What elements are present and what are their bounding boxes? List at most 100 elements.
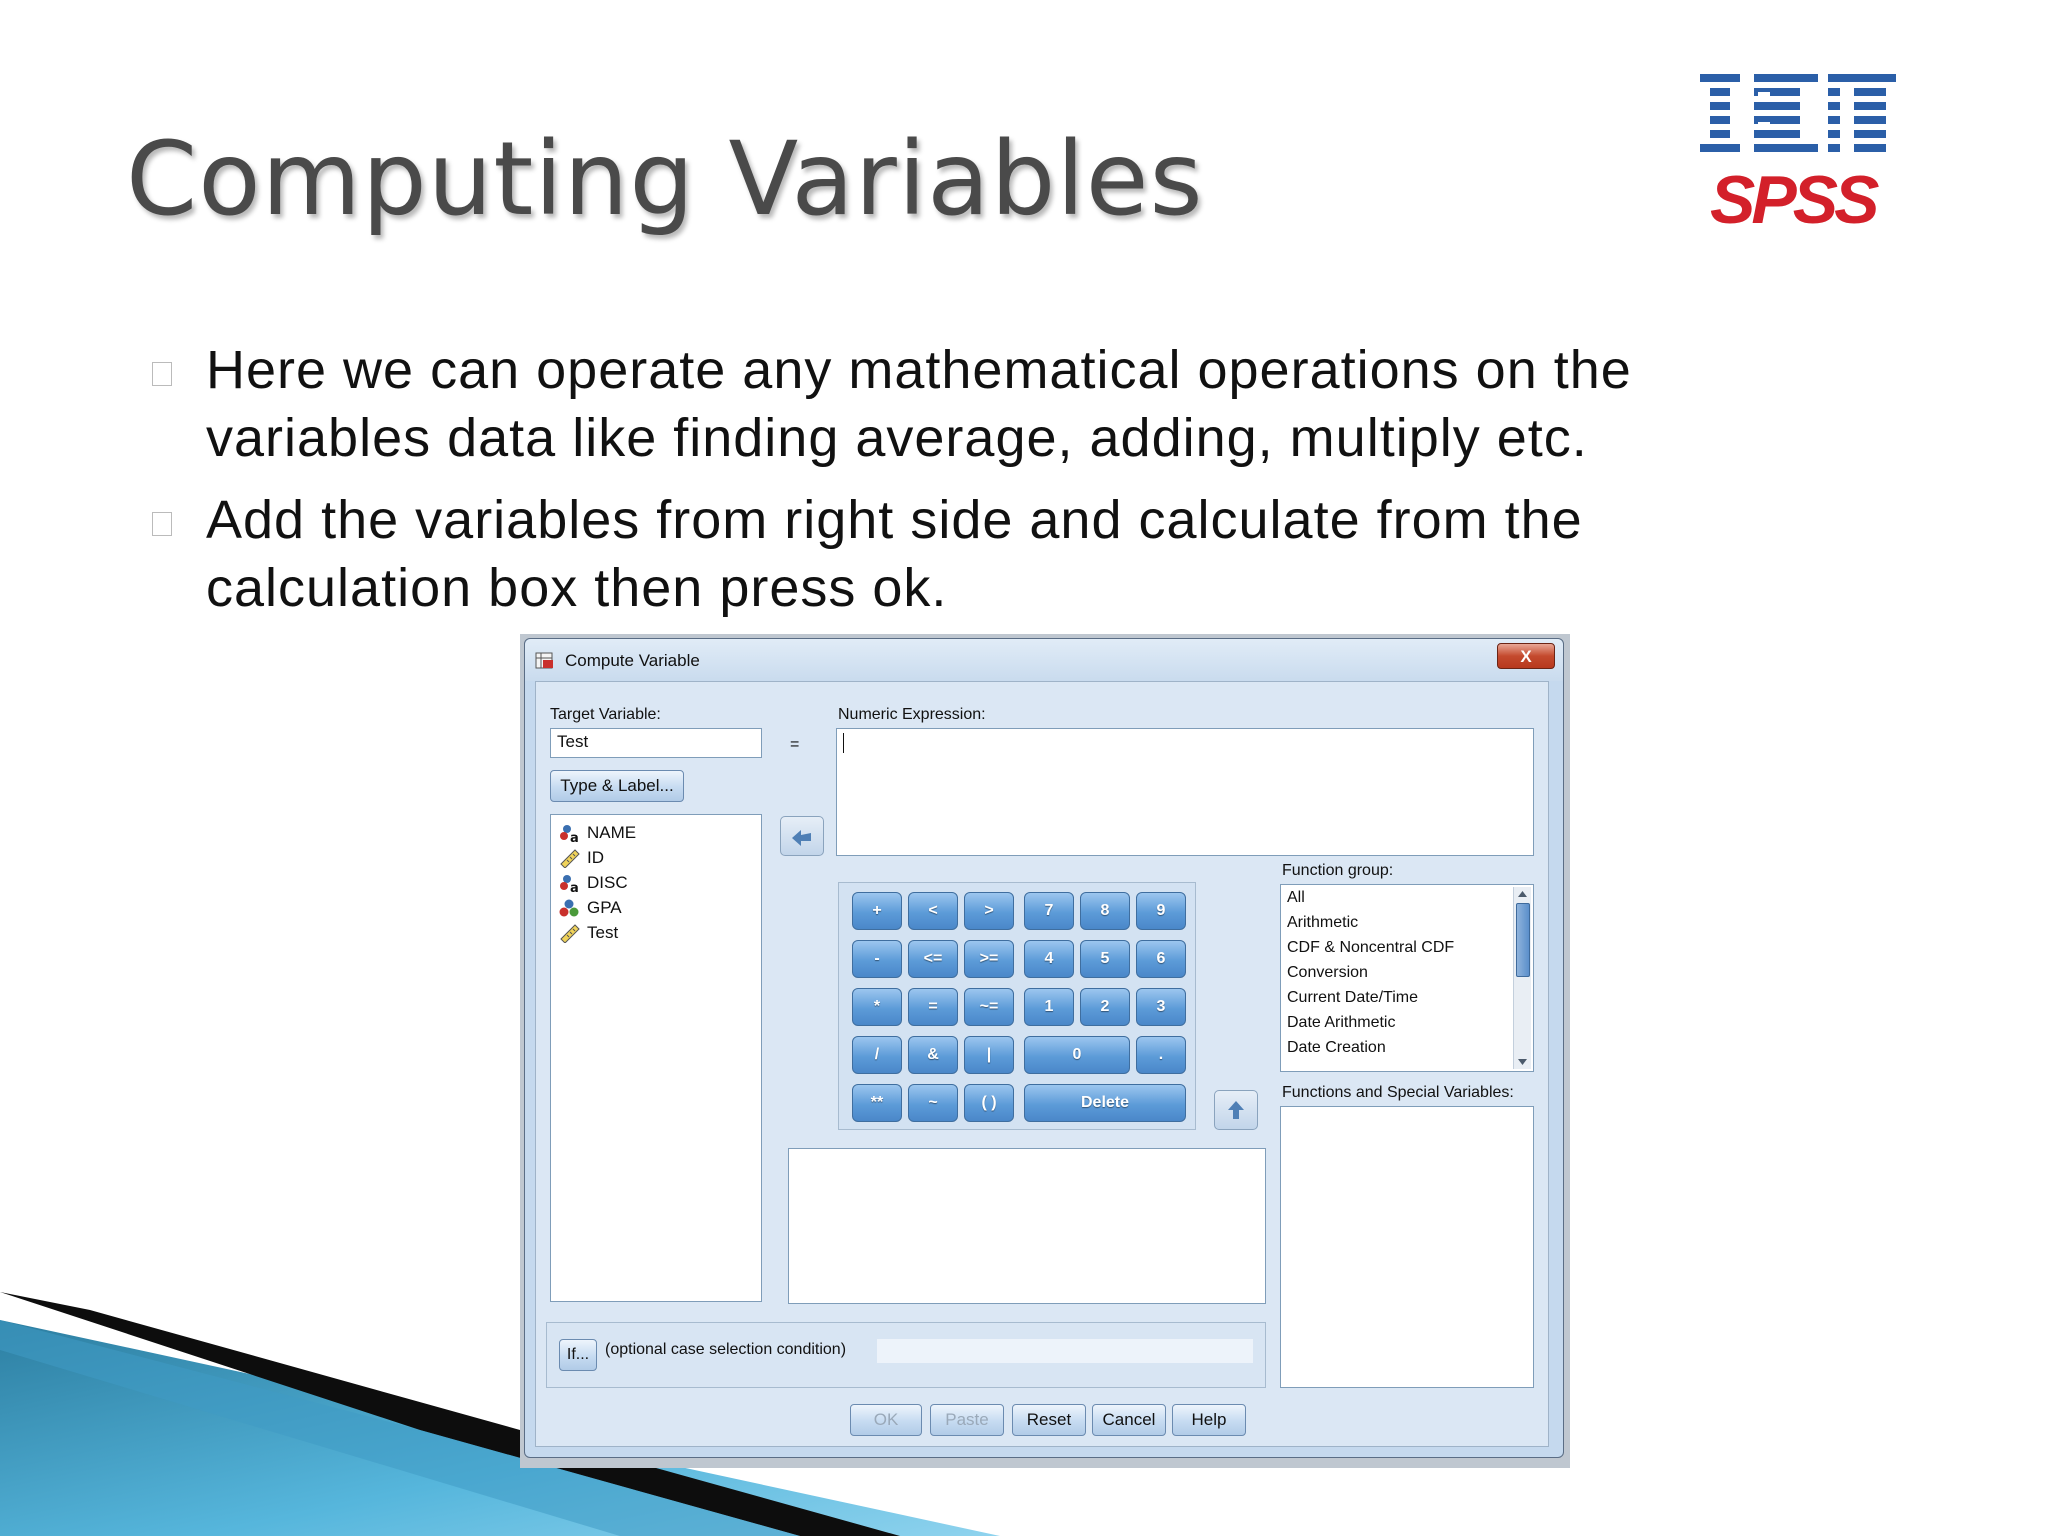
function-group-label: Function group: [1282, 862, 1394, 879]
ibm-spss-logo: SPSS [1700, 74, 1930, 250]
function-group-item[interactable]: Arithmetic [1287, 914, 1358, 932]
keypad-greater-equal-button[interactable]: >= [964, 940, 1014, 978]
function-description-box [788, 1148, 1266, 1304]
keypad-8-button[interactable]: 8 [1080, 892, 1130, 930]
keypad-6-button[interactable]: 6 [1136, 940, 1186, 978]
nominal-string-variable-icon: a [560, 825, 579, 843]
keypad-divide-button[interactable]: / [852, 1036, 902, 1074]
insert-function-button[interactable] [1214, 1090, 1258, 1130]
dialog-titlebar[interactable]: Compute Variable X [525, 639, 1563, 681]
keypad-parentheses-button[interactable]: ( ) [964, 1084, 1014, 1122]
variable-item-id[interactable]: ID [559, 846, 604, 870]
dialog-title: Compute Variable [565, 651, 700, 670]
variable-item-name[interactable]: a NAME [559, 821, 636, 845]
spss-logo-text: SPSS [1710, 162, 1879, 238]
function-group-item[interactable]: Date Arithmetic [1287, 1014, 1395, 1032]
variable-label: GPA [587, 898, 622, 917]
target-variable-label: Target Variable: [550, 706, 661, 723]
keypad-equals-button[interactable]: = [908, 988, 958, 1026]
svg-text:a: a [570, 881, 579, 893]
scale-variable-ruler-icon [560, 849, 580, 868]
scroll-up-icon [1518, 891, 1527, 897]
bullet-marker-icon [152, 362, 172, 386]
variable-label: NAME [587, 823, 637, 842]
keypad-3-button[interactable]: 3 [1136, 988, 1186, 1026]
scale-variable-ruler-icon [560, 924, 580, 943]
if-condition-group: If... (optional case selection condition… [546, 1322, 1266, 1388]
if-condition-field [877, 1339, 1253, 1363]
keypad-not-equal-button[interactable]: ~= [964, 988, 1014, 1026]
keypad-less-than-button[interactable]: < [908, 892, 958, 930]
nominal-variable-icon [559, 899, 579, 917]
target-variable-input[interactable]: Test [550, 728, 762, 758]
svg-text:a: a [570, 831, 579, 843]
paste-button[interactable]: Paste [930, 1404, 1004, 1436]
bullet-line: variables data like finding average, add… [206, 408, 1588, 468]
function-group-item[interactable]: Conversion [1287, 964, 1368, 982]
close-button[interactable]: X [1497, 643, 1555, 669]
keypad-1-button[interactable]: 1 [1024, 988, 1074, 1026]
numeric-expression-label: Numeric Expression: [838, 706, 986, 723]
variable-label: DISC [587, 873, 628, 892]
keypad-7-button[interactable]: 7 [1024, 892, 1074, 930]
keypad-greater-than-button[interactable]: > [964, 892, 1014, 930]
bullet-marker-icon [152, 512, 172, 536]
compute-variable-dialog: Compute Variable X Target Variable: Test… [524, 638, 1564, 1458]
if-condition-text: (optional case selection condition) [605, 1341, 847, 1358]
function-group-list[interactable]: All Arithmetic CDF & Noncentral CDF Conv… [1280, 884, 1534, 1072]
dialog-client-area: Target Variable: Test = Numeric Expressi… [535, 681, 1549, 1447]
functions-special-variables-label: Functions and Special Variables: [1282, 1084, 1514, 1101]
functions-special-variables-list[interactable] [1280, 1106, 1534, 1388]
bullet-line: calculation box then press ok. [206, 558, 948, 618]
if-button[interactable]: If... [559, 1339, 597, 1371]
nominal-string-variable-icon: a [560, 875, 579, 893]
variable-item-disc[interactable]: a DISC [559, 871, 628, 895]
keypad-multiply-button[interactable]: * [852, 988, 902, 1026]
keypad-not-button[interactable]: ~ [908, 1084, 958, 1122]
bullet-line: Here we can operate any mathematical ope… [206, 340, 1632, 400]
slide-title: Computing Variables [126, 120, 1204, 239]
keypad-and-button[interactable]: & [908, 1036, 958, 1074]
variable-item-gpa[interactable]: GPA [559, 896, 622, 920]
keypad-decimal-button[interactable]: . [1136, 1036, 1186, 1074]
ibm-logo [1700, 74, 1896, 156]
keypad-or-button[interactable]: | [964, 1036, 1014, 1074]
keypad-2-button[interactable]: 2 [1080, 988, 1130, 1026]
move-variable-button[interactable] [780, 816, 824, 856]
type-label-button[interactable]: Type & Label... [550, 770, 684, 802]
bullet-item: Here we can operate any mathematical ope… [150, 336, 1790, 472]
scroll-thumb[interactable] [1516, 903, 1530, 977]
keypad-delete-button[interactable]: Delete [1024, 1084, 1186, 1122]
variable-label: Test [587, 923, 619, 942]
variable-item-test[interactable]: Test [559, 921, 618, 945]
bullet-item: Add the variables from right side and ca… [150, 486, 1790, 622]
keypad-0-button[interactable]: 0 [1024, 1036, 1130, 1074]
help-button[interactable]: Help [1172, 1404, 1246, 1436]
function-group-item[interactable]: CDF & Noncentral CDF [1287, 939, 1454, 957]
function-group-item[interactable]: All [1287, 889, 1305, 907]
keypad-power-button[interactable]: ** [852, 1084, 902, 1122]
keypad-4-button[interactable]: 4 [1024, 940, 1074, 978]
ok-button[interactable]: OK [850, 1404, 922, 1436]
compute-variable-icon [535, 652, 553, 669]
reset-button[interactable]: Reset [1012, 1404, 1086, 1436]
function-group-item[interactable]: Current Date/Time [1287, 989, 1418, 1007]
keypad-5-button[interactable]: 5 [1080, 940, 1130, 978]
keypad-minus-button[interactable]: - [852, 940, 902, 978]
scroll-down-icon [1518, 1059, 1527, 1065]
variable-label: ID [587, 848, 604, 867]
bullet-list: Here we can operate any mathematical ope… [150, 336, 1790, 636]
compute-variable-screenshot: Compute Variable X Target Variable: Test… [520, 634, 1570, 1468]
text-cursor [843, 732, 844, 753]
keypad-less-equal-button[interactable]: <= [908, 940, 958, 978]
function-group-scrollbar[interactable] [1513, 887, 1531, 1069]
function-group-item[interactable]: Date Creation [1287, 1039, 1386, 1057]
equals-sign: = [790, 736, 800, 753]
variable-list[interactable]: a NAME ID a DISC GPA Test [550, 814, 762, 1302]
bullet-line: Add the variables from right side and ca… [206, 490, 1583, 550]
arrow-left-icon [792, 830, 811, 846]
cancel-button[interactable]: Cancel [1092, 1404, 1166, 1436]
keypad-9-button[interactable]: 9 [1136, 892, 1186, 930]
keypad-plus-button[interactable]: + [852, 892, 902, 930]
numeric-expression-input[interactable] [836, 728, 1534, 856]
